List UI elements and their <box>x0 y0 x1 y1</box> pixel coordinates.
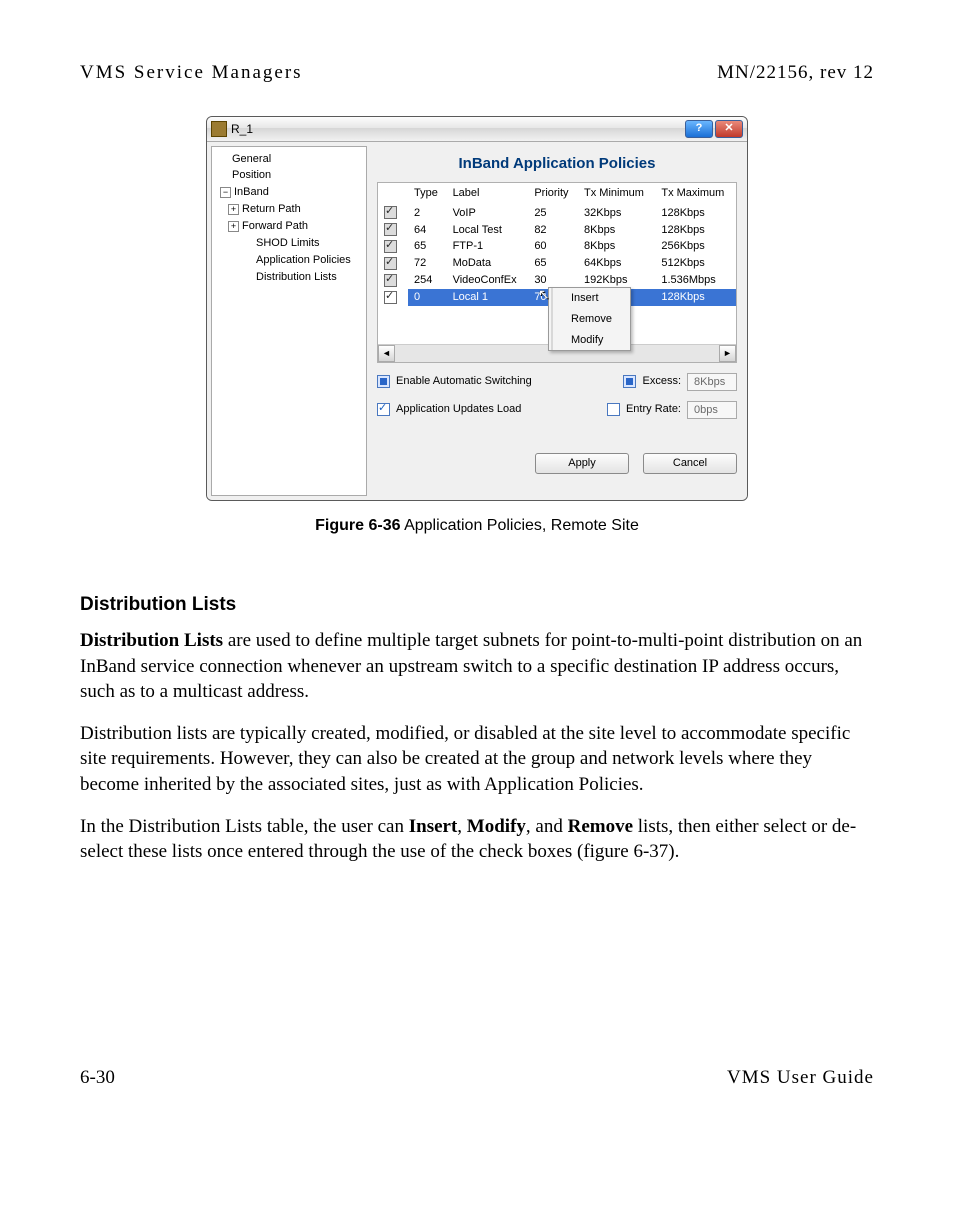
row-checkbox[interactable] <box>384 223 397 236</box>
entry-rate-label: Entry Rate: <box>626 402 681 417</box>
cursor-icon: ↖ <box>538 285 550 304</box>
col-priority[interactable]: Priority <box>528 183 578 204</box>
scroll-right-icon[interactable]: ► <box>719 345 736 362</box>
tree-general[interactable]: General <box>214 151 364 168</box>
tree-app-policies[interactable]: Application Policies <box>214 252 364 269</box>
apply-button[interactable]: Apply <box>535 453 629 474</box>
row-checkbox[interactable] <box>384 291 397 304</box>
help-button[interactable]: ? <box>685 120 713 138</box>
footer-right: VMS User Guide <box>727 1065 874 1091</box>
policies-table-wrap: Type Label Priority Tx Minimum Tx Maximu… <box>377 182 737 363</box>
ctx-remove[interactable]: Remove <box>551 309 630 330</box>
col-txmax[interactable]: Tx Maximum <box>655 183 736 204</box>
col-check[interactable] <box>378 183 408 204</box>
updates-load-checkbox[interactable] <box>377 403 390 416</box>
expand-icon[interactable]: + <box>228 221 239 232</box>
table-row[interactable]: 64Local Test828Kbps128Kbps <box>378 222 736 239</box>
collapse-icon[interactable]: − <box>220 187 231 198</box>
row-checkbox[interactable] <box>384 257 397 270</box>
ctx-modify[interactable]: Modify <box>551 330 630 351</box>
ctx-insert[interactable]: Insert <box>551 288 630 309</box>
header-right: MN/22156, rev 12 <box>717 60 874 86</box>
window-title: R_1 <box>231 121 685 137</box>
entry-rate-checkbox[interactable] <box>607 403 620 416</box>
excess-field[interactable]: 8Kbps <box>687 373 737 391</box>
page-footer: 6-30 VMS User Guide <box>80 1065 874 1091</box>
tree-inband[interactable]: −InBand <box>214 184 364 201</box>
table-row[interactable]: 65FTP-1608Kbps256Kbps <box>378 238 736 255</box>
tree-dist-lists[interactable]: Distribution Lists <box>214 269 364 286</box>
page-number: 6-30 <box>80 1065 115 1091</box>
table-row[interactable]: 72MoData6564Kbps512Kbps <box>378 255 736 272</box>
col-label[interactable]: Label <box>447 183 529 204</box>
app-icon <box>211 121 227 137</box>
table-row[interactable]: 2VoIP2532Kbps128Kbps <box>378 204 736 221</box>
close-button[interactable]: ✕ <box>715 120 743 138</box>
tree-return-path[interactable]: +Return Path <box>214 201 364 218</box>
page-header: VMS Service Managers MN/22156, rev 12 <box>80 60 874 86</box>
tree-forward-path[interactable]: +Forward Path <box>214 218 364 235</box>
paragraph-1: Distribution Lists are used to define mu… <box>80 628 874 705</box>
col-type[interactable]: Type <box>408 183 447 204</box>
excess-checkbox[interactable] <box>623 375 636 388</box>
updates-load-label: Application Updates Load <box>396 402 521 417</box>
paragraph-2: Distribution lists are typically created… <box>80 721 874 798</box>
paragraph-3: In the Distribution Lists table, the use… <box>80 814 874 865</box>
figure-caption: Figure 6-36 Application Policies, Remote… <box>315 515 639 537</box>
section-title: Distribution Lists <box>80 592 874 618</box>
header-left: VMS Service Managers <box>80 60 303 86</box>
tree-shod-limits[interactable]: SHOD Limits <box>214 235 364 252</box>
panel-title: InBand Application Policies <box>377 148 737 182</box>
entry-rate-field[interactable]: 0bps <box>687 401 737 419</box>
auto-switch-checkbox[interactable] <box>377 375 390 388</box>
excess-label: Excess: <box>642 374 681 389</box>
col-txmin[interactable]: Tx Minimum <box>578 183 655 204</box>
context-menu[interactable]: Insert Remove Modify <box>548 287 631 352</box>
scroll-left-icon[interactable]: ◄ <box>378 345 395 362</box>
row-checkbox[interactable] <box>384 240 397 253</box>
expand-icon[interactable]: + <box>228 204 239 215</box>
auto-switch-label: Enable Automatic Switching <box>396 374 532 389</box>
cancel-button[interactable]: Cancel <box>643 453 737 474</box>
titlebar[interactable]: R_1 ? ✕ <box>207 117 747 142</box>
row-checkbox[interactable] <box>384 274 397 287</box>
row-checkbox[interactable] <box>384 206 397 219</box>
nav-tree[interactable]: General Position −InBand +Return Path +F… <box>211 146 367 496</box>
dialog-window: R_1 ? ✕ General Position −InBand +Return… <box>206 116 748 501</box>
tree-position[interactable]: Position <box>214 167 364 184</box>
figure-6-36: R_1 ? ✕ General Position −InBand +Return… <box>80 116 874 537</box>
